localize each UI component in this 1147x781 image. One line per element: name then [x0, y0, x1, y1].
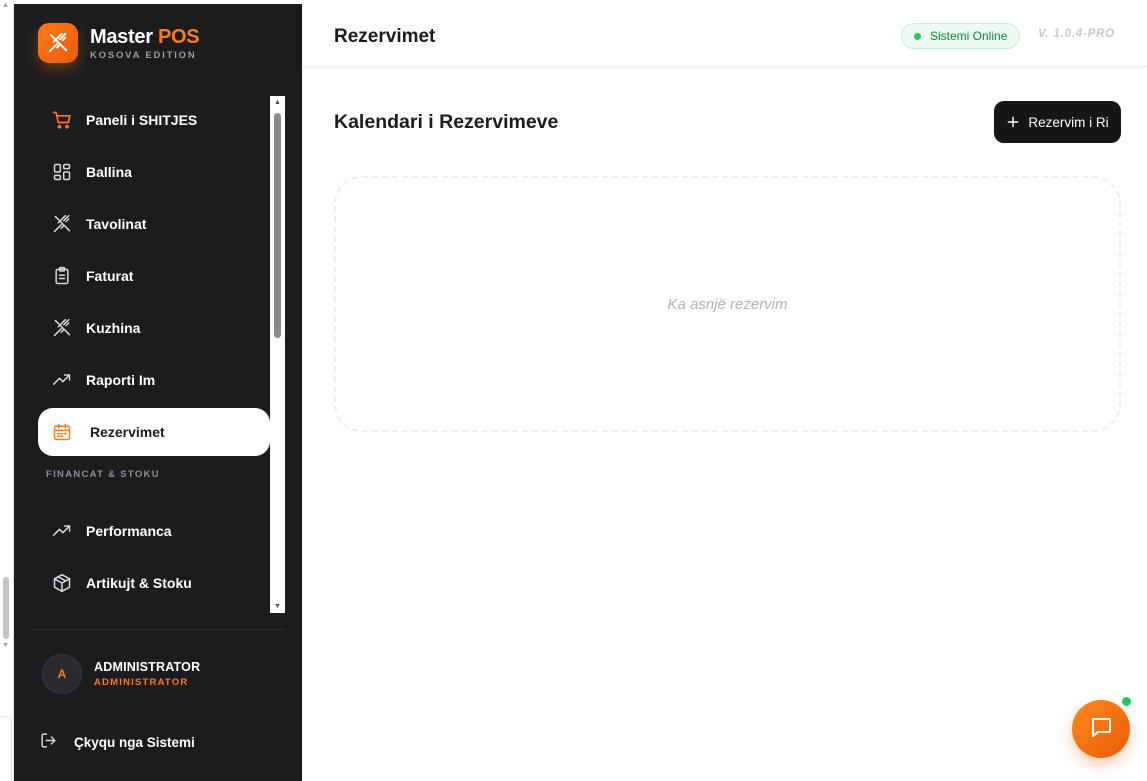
sidebar-scrollbar[interactable]: ▲ ▼ [270, 96, 285, 613]
sidebar-item-faturat[interactable]: Faturat [38, 252, 270, 300]
section-title: Kalendari i Rezervimeve [334, 111, 559, 133]
scroll-down-icon[interactable]: ▼ [270, 600, 285, 613]
sidebar-item-paneli-i-shitjes[interactable]: Paneli i SHITJES [38, 96, 270, 144]
sidebar-scroll-thumb[interactable] [274, 113, 281, 338]
logout-label: Çkyqu nga Sistemi [74, 734, 195, 750]
clipboard-icon [50, 264, 74, 288]
logout-icon [40, 732, 57, 752]
calendar-icon [50, 420, 74, 444]
sidebar: Master POS KOSOVA EDITION Paneli i SHITJ… [14, 4, 302, 781]
sidebar-section-label: FINANCAT & STOKU [46, 469, 160, 480]
top-header: Rezervimet Sistemi Online V. 1.0.4-PRO [302, 4, 1147, 67]
sidebar-item-label: Artikujt & Stoku [86, 575, 192, 591]
scroll-up-icon[interactable]: ▲ [2, 2, 9, 9]
package-icon [50, 571, 74, 595]
sidebar-item-label: Kuzhina [86, 320, 141, 336]
sidebar-item-tavolinat[interactable]: Tavolinat [38, 200, 270, 248]
sidebar-item-kuzhina[interactable]: Kuzhina [38, 304, 270, 352]
sidebar-item-performanca[interactable]: Performanca [38, 507, 270, 555]
status-badge: Sistemi Online [901, 23, 1021, 49]
scroll-up-icon[interactable]: ▲ [270, 96, 285, 109]
brand-subtitle: KOSOVA EDITION [90, 49, 197, 61]
brand-title: Master POS [90, 25, 200, 48]
sidebar-nav: Paneli i SHITJES Ballina Tavolinat Fatur… [38, 96, 270, 611]
plus-icon [1006, 115, 1020, 129]
app-root: ▲ ▼ Master POS KOSOVA EDITION Paneli i S… [0, 0, 1147, 781]
sidebar-item-label: Tavolinat [86, 216, 147, 232]
sidebar-item-label: Performanca [86, 523, 172, 539]
main-content: Rezervimet Sistemi Online V. 1.0.4-PRO K… [302, 0, 1147, 781]
trending-up-icon [50, 519, 74, 543]
sidebar-item-label: Ballina [86, 164, 132, 180]
trending-up-icon [50, 368, 74, 392]
sidebar-item-artikujt-stoku[interactable]: Artikujt & Stoku [38, 559, 270, 607]
utensils-icon [50, 212, 74, 236]
sidebar-item-label: Raporti Im [86, 372, 156, 388]
sidebar-item-label: Paneli i SHITJES [86, 112, 198, 128]
chat-button[interactable] [1072, 700, 1130, 758]
status-label: Sistemi Online [930, 29, 1008, 43]
sidebar-item-label: Rezervimet [90, 424, 165, 440]
sidebar-item-label: Faturat [86, 268, 134, 284]
reservations-calendar: Ka asnjë rezervim [334, 176, 1121, 432]
page-title: Rezervimet [334, 26, 436, 47]
empty-state-message: Ka asnjë rezervim [667, 295, 788, 313]
user-name: ADMINISTRATOR [94, 660, 201, 674]
utensils-icon [50, 316, 74, 340]
browser-frame-edge [0, 716, 12, 781]
brand: Master POS KOSOVA EDITION [38, 23, 200, 63]
user-role: ADMINISTRATOR [94, 677, 189, 688]
browser-scrollbar[interactable]: ▲ ▼ [0, 0, 14, 781]
sidebar-item-rezervimet[interactable]: Rezervimet [38, 408, 270, 456]
logout-button[interactable]: Çkyqu nga Sistemi [40, 732, 195, 752]
sidebar-divider [30, 629, 285, 630]
browser-scroll-thumb[interactable] [3, 577, 9, 639]
sidebar-item-ballina[interactable]: Ballina [38, 148, 270, 196]
new-reservation-button[interactable]: Rezervim i Ri [994, 101, 1121, 143]
brand-title-accent: POS [157, 25, 200, 48]
scroll-down-icon[interactable]: ▼ [2, 642, 9, 649]
new-reservation-label: Rezervim i Ri [1028, 114, 1109, 130]
status-dot-icon [914, 32, 921, 40]
sidebar-item-raporti-im[interactable]: Raporti Im [38, 356, 270, 404]
avatar: A [42, 654, 82, 694]
version-label: V. 1.0.4-PRO [1038, 28, 1115, 40]
utensils-logo-icon [38, 23, 78, 63]
grid-icon [50, 160, 74, 184]
user-profile[interactable]: A ADMINISTRATOR ADMINISTRATOR [42, 654, 200, 694]
online-indicator [1120, 695, 1133, 708]
chat-icon [1089, 715, 1113, 744]
cart-icon [50, 108, 74, 132]
